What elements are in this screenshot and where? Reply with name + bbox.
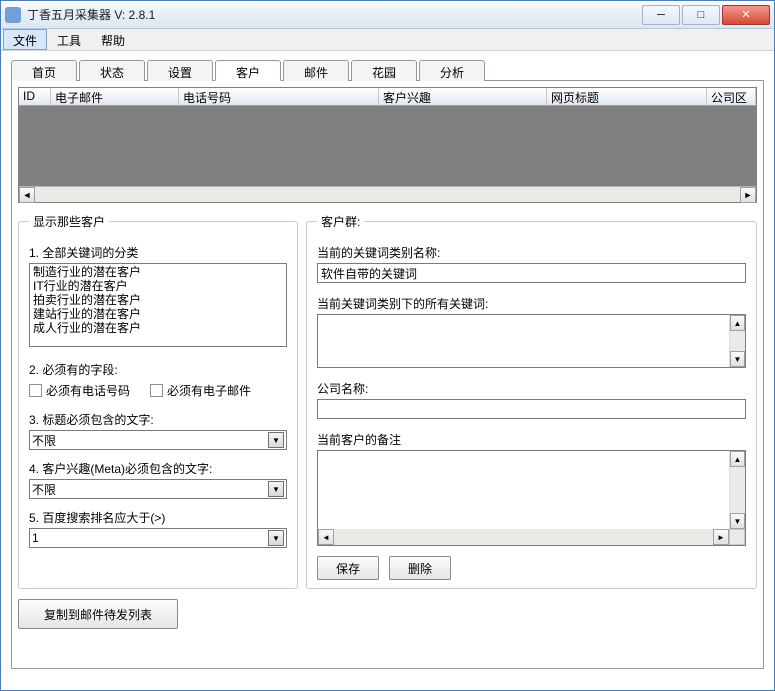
company-input[interactable] <box>317 399 746 419</box>
categories-label: 1. 全部关键词的分类 <box>29 244 287 261</box>
title-contains-combo[interactable]: 不限 ▼ <box>29 430 287 450</box>
delete-button[interactable]: 删除 <box>389 556 451 580</box>
combo-value: 不限 <box>32 481 268 498</box>
checkbox-icon[interactable] <box>29 384 42 397</box>
keywords-textarea[interactable]: ▲▼ <box>317 314 746 368</box>
list-item[interactable]: 成人行业的潜在客户 <box>31 321 285 335</box>
chk-phone-label: 必须有电话号码 <box>46 382 130 399</box>
vscroll[interactable]: ▲▼ <box>729 315 745 367</box>
grid-body <box>19 106 756 186</box>
required-fields-label: 2. 必须有的字段: <box>29 361 287 378</box>
customer-legend: 客户群: <box>317 213 364 230</box>
grid-header: ID 电子邮件 电话号码 客户兴趣 网页标题 公司区 <box>19 88 756 106</box>
col-company[interactable]: 公司区 <box>707 88 756 105</box>
tab-status[interactable]: 状态 <box>79 60 145 81</box>
bottom-row: 复制到邮件待发列表 <box>18 599 757 629</box>
categories-listbox[interactable]: 制造行业的潜在客户 IT行业的潜在客户 拍卖行业的潜在客户 建站行业的潜在客户 … <box>29 263 287 347</box>
save-button[interactable]: 保存 <box>317 556 379 580</box>
col-phone[interactable]: 电话号码 <box>179 88 379 105</box>
copy-label: 复制到邮件待发列表 <box>44 606 152 623</box>
grid-hscroll[interactable]: ◄ ► <box>19 186 756 202</box>
meta-contains-combo[interactable]: 不限 ▼ <box>29 479 287 499</box>
note-label: 当前客户的备注 <box>317 431 746 448</box>
title-contains-label: 3. 标题必须包含的文字: <box>29 411 287 428</box>
chk-email-label: 必须有电子邮件 <box>167 382 251 399</box>
list-item[interactable]: 拍卖行业的潜在客户 <box>31 293 285 307</box>
tab-mail[interactable]: 邮件 <box>283 60 349 81</box>
filter-group: 显示那些客户 1. 全部关键词的分类 制造行业的潜在客户 IT行业的潜在客户 拍… <box>18 213 298 589</box>
menu-file[interactable]: 文件 <box>3 29 47 50</box>
scroll-right-icon[interactable]: ► <box>740 187 756 203</box>
button-row: 保存 删除 <box>317 556 746 580</box>
app-icon <box>5 7 21 23</box>
menu-help[interactable]: 帮助 <box>91 29 135 50</box>
chk-phone[interactable]: 必须有电话号码 <box>29 382 130 399</box>
minimize-button[interactable]: ─ <box>642 5 680 25</box>
tab-home[interactable]: 首页 <box>11 60 77 81</box>
list-item[interactable]: 建站行业的潜在客户 <box>31 307 285 321</box>
meta-contains-label: 4. 客户兴趣(Meta)必须包含的文字: <box>29 460 287 477</box>
col-title[interactable]: 网页标题 <box>547 88 707 105</box>
cur-cat-label: 当前的关键词类别名称: <box>317 244 746 261</box>
scroll-up-icon[interactable]: ▲ <box>730 451 745 467</box>
close-button[interactable]: ✕ <box>722 5 770 25</box>
company-label: 公司名称: <box>317 380 746 397</box>
tab-analysis[interactable]: 分析 <box>419 60 485 81</box>
baidu-rank-combo[interactable]: 1 ▼ <box>29 528 287 548</box>
scroll-down-icon[interactable]: ▼ <box>730 351 745 367</box>
list-item[interactable]: IT行业的潜在客户 <box>31 279 285 293</box>
scroll-left-icon[interactable]: ◄ <box>19 187 35 203</box>
tab-row: 首页 状态 设置 客户 邮件 花园 分析 <box>11 59 764 81</box>
baidu-rank-label: 5. 百度搜索排名应大于(>) <box>29 509 287 526</box>
scroll-left-icon[interactable]: ◄ <box>318 529 334 545</box>
note-textarea[interactable]: ▲▼ ◄► <box>317 450 746 546</box>
chk-email[interactable]: 必须有电子邮件 <box>150 382 251 399</box>
window-buttons: ─ □ ✕ <box>642 5 770 25</box>
tab-garden[interactable]: 花园 <box>351 60 417 81</box>
scroll-track[interactable] <box>35 187 740 202</box>
col-id[interactable]: ID <box>19 88 51 105</box>
cur-kw-label: 当前关键词类别下的所有关键词: <box>317 295 746 312</box>
window-title: 丁香五月采集器 V: 2.8.1 <box>27 6 642 23</box>
combo-value: 不限 <box>32 432 268 449</box>
scroll-right-icon[interactable]: ► <box>713 529 729 545</box>
scroll-up-icon[interactable]: ▲ <box>730 315 745 331</box>
checkbox-row: 必须有电话号码 必须有电子邮件 <box>29 382 287 399</box>
tab-customers[interactable]: 客户 <box>215 60 281 81</box>
tab-content: ID 电子邮件 电话号码 客户兴趣 网页标题 公司区 ◄ ► 显示那些客户 1.… <box>11 81 764 669</box>
data-grid[interactable]: ID 电子邮件 电话号码 客户兴趣 网页标题 公司区 ◄ ► <box>18 87 757 203</box>
filter-legend: 显示那些客户 <box>29 213 109 230</box>
cur-cat-input[interactable]: 软件自带的关键词 <box>317 263 746 283</box>
col-email[interactable]: 电子邮件 <box>51 88 179 105</box>
menu-bar: 文件 工具 帮助 <box>1 29 774 51</box>
copy-to-mail-button[interactable]: 复制到邮件待发列表 <box>18 599 178 629</box>
groups-row: 显示那些客户 1. 全部关键词的分类 制造行业的潜在客户 IT行业的潜在客户 拍… <box>18 213 757 589</box>
chevron-down-icon[interactable]: ▼ <box>268 530 284 546</box>
checkbox-icon[interactable] <box>150 384 163 397</box>
hscroll[interactable]: ◄► <box>318 529 745 545</box>
tab-settings[interactable]: 设置 <box>147 60 213 81</box>
save-label: 保存 <box>336 560 360 577</box>
scroll-down-icon[interactable]: ▼ <box>730 513 745 529</box>
menu-tools[interactable]: 工具 <box>47 29 91 50</box>
chevron-down-icon[interactable]: ▼ <box>268 481 284 497</box>
combo-value: 1 <box>32 531 268 545</box>
title-bar: 丁香五月采集器 V: 2.8.1 ─ □ ✕ <box>1 1 774 29</box>
maximize-button[interactable]: □ <box>682 5 720 25</box>
cur-cat-value: 软件自带的关键词 <box>321 267 417 281</box>
vscroll[interactable]: ▲▼ <box>729 451 745 529</box>
customer-group: 客户群: 当前的关键词类别名称: 软件自带的关键词 当前关键词类别下的所有关键词… <box>306 213 757 589</box>
delete-label: 删除 <box>408 560 432 577</box>
client-area: 首页 状态 设置 客户 邮件 花园 分析 ID 电子邮件 电话号码 客户兴趣 网… <box>1 51 774 677</box>
col-interest[interactable]: 客户兴趣 <box>379 88 547 105</box>
list-item[interactable]: 制造行业的潜在客户 <box>31 265 285 279</box>
chevron-down-icon[interactable]: ▼ <box>268 432 284 448</box>
